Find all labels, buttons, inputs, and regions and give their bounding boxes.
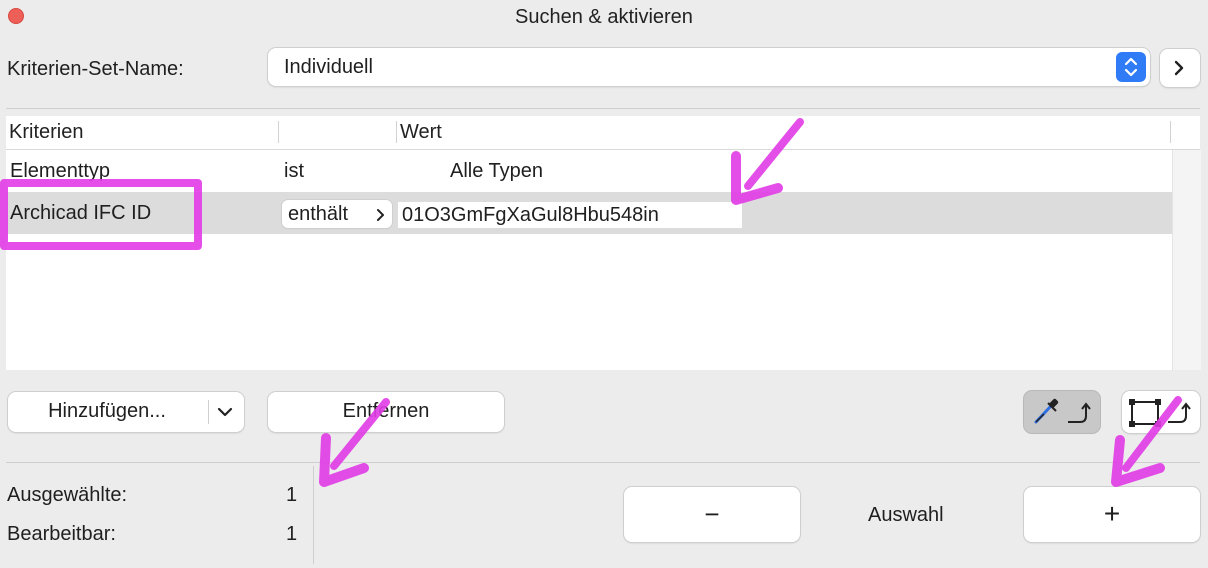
table-row[interactable]: Elementtyp ist Alle Typen [6, 150, 1172, 192]
criteria-set-value: Individuell [284, 56, 373, 78]
selection-box-icon [1129, 399, 1161, 427]
criterion-cell: Archicad IFC ID [10, 202, 152, 224]
table-scrollbar[interactable] [1172, 150, 1201, 370]
operator-value: enthält [288, 203, 349, 225]
chevron-right-icon [377, 209, 384, 221]
criteria-set-label: Kriterien-Set-Name: [7, 58, 184, 80]
operator-cell[interactable]: ist [284, 160, 304, 183]
close-window-button[interactable] [8, 8, 24, 24]
column-header-criteria[interactable]: Kriterien [9, 121, 83, 144]
window-titlebar: Suchen & aktivieren [0, 0, 1208, 34]
value-input-text: 01O3GmFgXaGul8Hbu548in [402, 204, 659, 226]
column-header-value[interactable]: Wert [400, 121, 442, 144]
select-in-view-toggle[interactable] [1122, 391, 1200, 433]
chevron-down-icon[interactable] [216, 404, 234, 420]
editable-count-value: 1 [286, 523, 298, 545]
add-button-label: Hinzufügen... [48, 400, 166, 422]
curved-arrow-icon [1068, 402, 1091, 423]
divider [6, 462, 1200, 463]
select-button[interactable]: + [1024, 487, 1200, 542]
up-down-chevron-icon [1116, 52, 1146, 82]
divider [6, 108, 1200, 109]
criterion-cell: Elementtyp [10, 160, 111, 182]
value-input[interactable]: 01O3GmFgXaGul8Hbu548in [398, 202, 742, 228]
window-title: Suchen & aktivieren [515, 6, 693, 28]
selected-count-value: 1 [286, 484, 298, 506]
remove-criteria-button[interactable]: Entfernen [268, 392, 504, 432]
criteria-set-popup[interactable]: Individuell [268, 48, 1150, 86]
add-criteria-button[interactable]: Hinzufügen... [8, 392, 244, 432]
plus-icon: + [1103, 498, 1121, 529]
value-cell[interactable]: Alle Typen [450, 160, 543, 183]
pick-up-parameters-toggle[interactable] [1024, 391, 1100, 433]
divider [313, 466, 314, 564]
selected-count-label: Ausgewählte: [7, 484, 128, 506]
chevron-right-icon [1174, 60, 1184, 76]
remove-button-label: Entfernen [342, 400, 430, 422]
curved-arrow-icon [1168, 402, 1191, 423]
table-row-selected[interactable]: Archicad IFC ID enthält 01O3GmFgXaGul8Hb… [6, 192, 1172, 234]
editable-count-label: Bearbeitbar: [7, 523, 116, 545]
eyedropper-icon [1034, 398, 1059, 424]
minus-icon: − [704, 499, 720, 529]
operator-popup-button[interactable]: enthält [282, 200, 392, 228]
selection-label: Auswahl [868, 504, 944, 526]
deselect-button[interactable]: − [624, 487, 800, 542]
table-header: Kriterien Wert [6, 116, 1200, 150]
criteria-table: Kriterien Wert Elementtyp ist Alle Typen… [6, 116, 1201, 370]
criteria-set-more-button[interactable] [1160, 49, 1200, 87]
